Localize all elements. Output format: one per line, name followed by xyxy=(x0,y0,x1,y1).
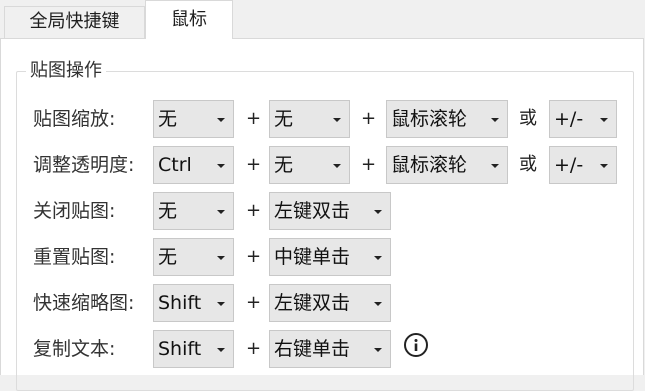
chevron-down-icon xyxy=(374,348,382,352)
plus-sign: + xyxy=(361,154,377,175)
chevron-down-icon xyxy=(217,164,225,168)
thumbnail-modifier-value: Shift xyxy=(158,292,202,314)
chevron-down-icon xyxy=(217,302,225,306)
close-pin-modifier-select[interactable]: 无 xyxy=(153,192,234,230)
plus-sign: + xyxy=(246,292,262,313)
copy-text-modifier-value: Shift xyxy=(158,338,202,360)
zoom-alt-value: +/- xyxy=(554,108,584,130)
chevron-down-icon xyxy=(217,118,225,122)
zoom-modifier-select[interactable]: 无 xyxy=(153,100,234,138)
thumbnail-modifier-select[interactable]: Shift xyxy=(153,284,234,322)
zoom-key-select[interactable]: 无 xyxy=(269,100,350,138)
chevron-down-icon xyxy=(374,302,382,306)
info-glyph xyxy=(414,339,418,351)
opacity-action-select[interactable]: 鼠标滚轮 xyxy=(386,146,508,184)
opacity-modifier-select[interactable]: Ctrl xyxy=(153,146,234,184)
copy-text-action-value: 右键单击 xyxy=(274,338,351,360)
close-pin-label: 关闭贴图: xyxy=(33,200,116,222)
opacity-action-value: 鼠标滚轮 xyxy=(391,154,468,176)
info-circle-icon[interactable] xyxy=(404,333,428,357)
opacity-alt-select[interactable]: +/- xyxy=(549,146,617,184)
opacity-label: 调整透明度: xyxy=(33,154,135,176)
close-pin-action-value: 左键双击 xyxy=(274,200,351,222)
zoom-action-select[interactable]: 鼠标滚轮 xyxy=(386,100,508,138)
plus-sign: + xyxy=(246,246,262,267)
plus-sign: + xyxy=(246,108,262,129)
opacity-key-select[interactable]: 无 xyxy=(269,146,350,184)
tab-strip: 全局快捷键 鼠标 xyxy=(0,0,645,39)
reset-pin-label: 重置贴图: xyxy=(33,246,116,268)
zoom-modifier-value: 无 xyxy=(158,108,178,130)
zoom-key-value: 无 xyxy=(274,108,294,130)
zoom-alt-select[interactable]: +/- xyxy=(549,100,617,138)
opacity-modifier-value: Ctrl xyxy=(158,154,192,176)
zoom-label: 贴图缩放: xyxy=(33,108,116,130)
close-pin-modifier-value: 无 xyxy=(158,200,178,222)
plus-sign: + xyxy=(246,200,262,221)
chevron-down-icon xyxy=(333,118,341,122)
chevron-down-icon xyxy=(600,164,608,168)
chevron-down-icon xyxy=(333,164,341,168)
copy-text-action-select[interactable]: 右键单击 xyxy=(269,330,391,368)
opacity-key-value: 无 xyxy=(274,154,294,176)
chevron-down-icon xyxy=(217,256,225,260)
chevron-down-icon xyxy=(374,256,382,260)
reset-pin-action-select[interactable]: 中键单击 xyxy=(269,238,391,276)
copy-text-label: 复制文本: xyxy=(33,338,116,360)
reset-pin-action-value: 中键单击 xyxy=(274,246,351,268)
reset-pin-modifier-value: 无 xyxy=(158,246,178,268)
opacity-alt-value: +/- xyxy=(554,154,584,176)
close-pin-action-select[interactable]: 左键双击 xyxy=(269,192,391,230)
chevron-down-icon xyxy=(491,118,499,122)
tab-mouse[interactable]: 鼠标 xyxy=(145,0,233,39)
reset-pin-modifier-select[interactable]: 无 xyxy=(153,238,234,276)
plus-sign: + xyxy=(246,338,262,359)
thumbnail-label: 快速缩略图: xyxy=(33,292,135,314)
plus-sign: + xyxy=(246,154,262,175)
group-title: 贴图操作 xyxy=(26,58,106,84)
copy-text-modifier-select[interactable]: Shift xyxy=(153,330,234,368)
thumbnail-action-select[interactable]: 左键双击 xyxy=(269,284,391,322)
thumbnail-action-value: 左键双击 xyxy=(274,292,351,314)
tab-global-shortcuts[interactable]: 全局快捷键 xyxy=(4,6,145,38)
or-label: 或 xyxy=(519,154,537,175)
chevron-down-icon xyxy=(217,210,225,214)
chevron-down-icon xyxy=(217,348,225,352)
zoom-action-value: 鼠标滚轮 xyxy=(391,108,468,130)
chevron-down-icon xyxy=(491,164,499,168)
or-label: 或 xyxy=(519,108,537,129)
chevron-down-icon xyxy=(600,118,608,122)
chevron-down-icon xyxy=(374,210,382,214)
plus-sign: + xyxy=(361,108,377,129)
